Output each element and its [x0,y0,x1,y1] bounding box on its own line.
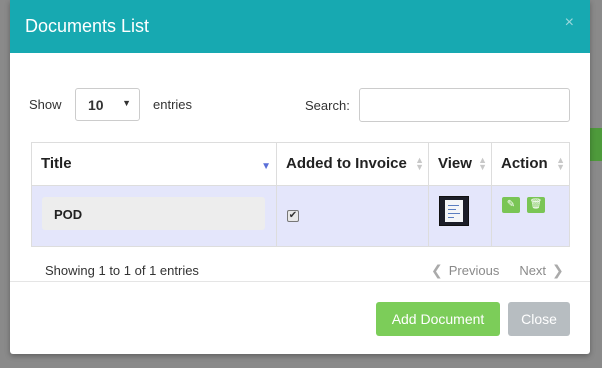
modal-title: Documents List [25,16,150,36]
chevron-down-icon: ▼ [122,98,131,108]
close-icon[interactable]: × [565,14,574,32]
view-cell [429,186,492,246]
title-field[interactable]: POD [42,197,265,230]
column-header-added-to-invoice[interactable]: Added to Invoice ▲ ▼ [277,143,429,185]
thumb-line [448,213,460,214]
search-input[interactable] [359,88,570,122]
edit-icon: ✎ [506,199,516,210]
document-page-graphic [445,200,463,222]
show-label: Show [29,97,62,112]
title-cell: POD [32,186,277,246]
added-to-invoice-checkbox[interactable]: ✔ [287,210,299,222]
entries-select[interactable]: 10 ▼ [75,88,140,121]
thumb-line [448,217,454,218]
modal-footer: Add Document Close [10,281,590,354]
chevron-left-icon: ❮ [431,262,443,278]
action-cell: ✎ 🗑 [492,186,569,246]
next-button[interactable]: Next [519,263,546,278]
sort-icon: ▲ ▼ [415,155,424,172]
documents-table: Title ▼ Added to Invoice ▲ ▼ View ▲ ▼ Acti… [31,142,570,247]
entries-label: entries [153,97,193,112]
column-header-label: View [438,155,472,172]
background-green-tab [589,128,602,161]
delete-button[interactable]: 🗑 [527,197,545,213]
column-header-label: Action [501,155,548,172]
sort-icon: ▲ ▼ [478,155,487,172]
table-header: Title ▼ Added to Invoice ▲ ▼ View ▲ ▼ Acti… [32,143,569,186]
trash-icon: 🗑 [529,199,543,210]
sort-desc-icon: ▼ [261,161,271,172]
column-header-title[interactable]: Title ▼ [32,143,277,185]
thumb-line [448,209,456,210]
close-button[interactable]: Close [508,302,570,336]
entries-select-value: 10 [88,97,104,113]
add-document-button[interactable]: Add Document [376,302,500,336]
column-header-action[interactable]: Action ▲ ▼ [492,143,569,185]
added-to-invoice-cell: ✔ [277,186,429,246]
table-info: Showing 1 to 1 of 1 entries [45,263,199,278]
column-header-label: Added to Invoice [286,155,407,172]
modal-header: Documents List × [10,0,590,53]
pagination: ❮ Previous Next ❯ [431,262,564,279]
chevron-right-icon: ❯ [552,262,564,278]
previous-button[interactable]: Previous [449,263,500,278]
sort-icon: ▲ ▼ [556,155,565,172]
table-controls: Show 10 ▼ entries Search: [29,88,570,122]
document-thumbnail-icon[interactable] [439,196,469,226]
thumb-line [448,205,459,206]
column-header-label: Title [41,155,72,172]
search-label: Search: [305,98,350,113]
edit-button[interactable]: ✎ [502,197,520,213]
table-row: POD ✔ ✎ 🗑 [32,186,569,246]
documents-modal: Documents List × Show 10 ▼ entries Searc… [10,0,590,354]
column-header-view[interactable]: View ▲ ▼ [429,143,492,185]
